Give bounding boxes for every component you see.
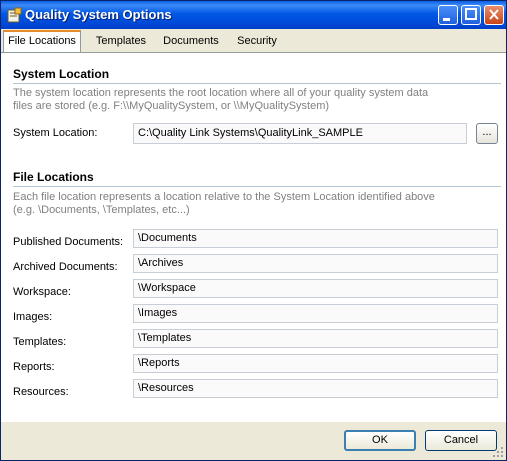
divider [13, 83, 501, 84]
reports-label: Reports: [13, 361, 55, 373]
options-dialog: Quality System Options File Locations Te… [0, 0, 507, 461]
templates-label: Templates: [13, 336, 67, 348]
file-locations-description: Each file location represents a location… [13, 191, 435, 203]
file-locations-description-2: (e.g. \Documents, \Templates, etc...) [13, 204, 190, 216]
reports-field[interactable]: \Reports [133, 354, 498, 373]
workspace-label: Workspace: [13, 286, 71, 298]
close-button[interactable] [484, 5, 504, 25]
tab-security[interactable]: Security [229, 31, 285, 51]
system-location-description-2: files are stored (e.g. F:\\MyQualitySyst… [13, 100, 330, 112]
archived-documents-field[interactable]: \Archives [133, 254, 498, 273]
tab-templates[interactable]: Templates [87, 31, 155, 51]
maximize-icon [465, 8, 477, 20]
maximize-button[interactable] [461, 5, 481, 25]
file-locations-heading: File Locations [13, 170, 94, 184]
browse-button[interactable]: ... [476, 123, 498, 144]
title-bar[interactable]: Quality System Options [1, 1, 506, 29]
tab-documents[interactable]: Documents [158, 31, 224, 51]
images-field[interactable]: \Images [133, 304, 498, 323]
tab-panel: System Location The system location repr… [1, 52, 506, 423]
system-location-label: System Location: [13, 127, 98, 139]
system-location-field[interactable]: C:\Quality Link Systems\QualityLink_SAMP… [133, 123, 467, 144]
system-location-heading: System Location [13, 67, 110, 81]
window-title: Quality System Options [25, 7, 172, 22]
tab-bar: File Locations Templates Documents Secur… [1, 30, 506, 52]
system-location-description: The system location represents the root … [13, 87, 429, 99]
resources-label: Resources: [13, 386, 69, 398]
published-documents-field[interactable]: \Documents [133, 229, 498, 248]
tab-file-locations[interactable]: File Locations [3, 30, 81, 52]
images-label: Images: [13, 311, 53, 323]
minimize-icon [443, 18, 450, 21]
resources-field[interactable]: \Resources [133, 379, 498, 398]
ok-button[interactable]: OK [344, 430, 416, 451]
minimize-button[interactable] [438, 5, 458, 25]
published-documents-label: Published Documents: [13, 236, 124, 248]
close-icon [489, 9, 499, 20]
templates-field[interactable]: \Templates [133, 329, 498, 348]
button-bar: OK Cancel [1, 422, 506, 460]
divider [13, 186, 501, 187]
cancel-button[interactable]: Cancel [425, 430, 497, 451]
archived-documents-label: Archived Documents: [13, 261, 118, 273]
app-icon [7, 7, 22, 23]
workspace-field[interactable]: \Workspace [133, 279, 498, 298]
resize-grip-icon[interactable] [492, 446, 504, 458]
